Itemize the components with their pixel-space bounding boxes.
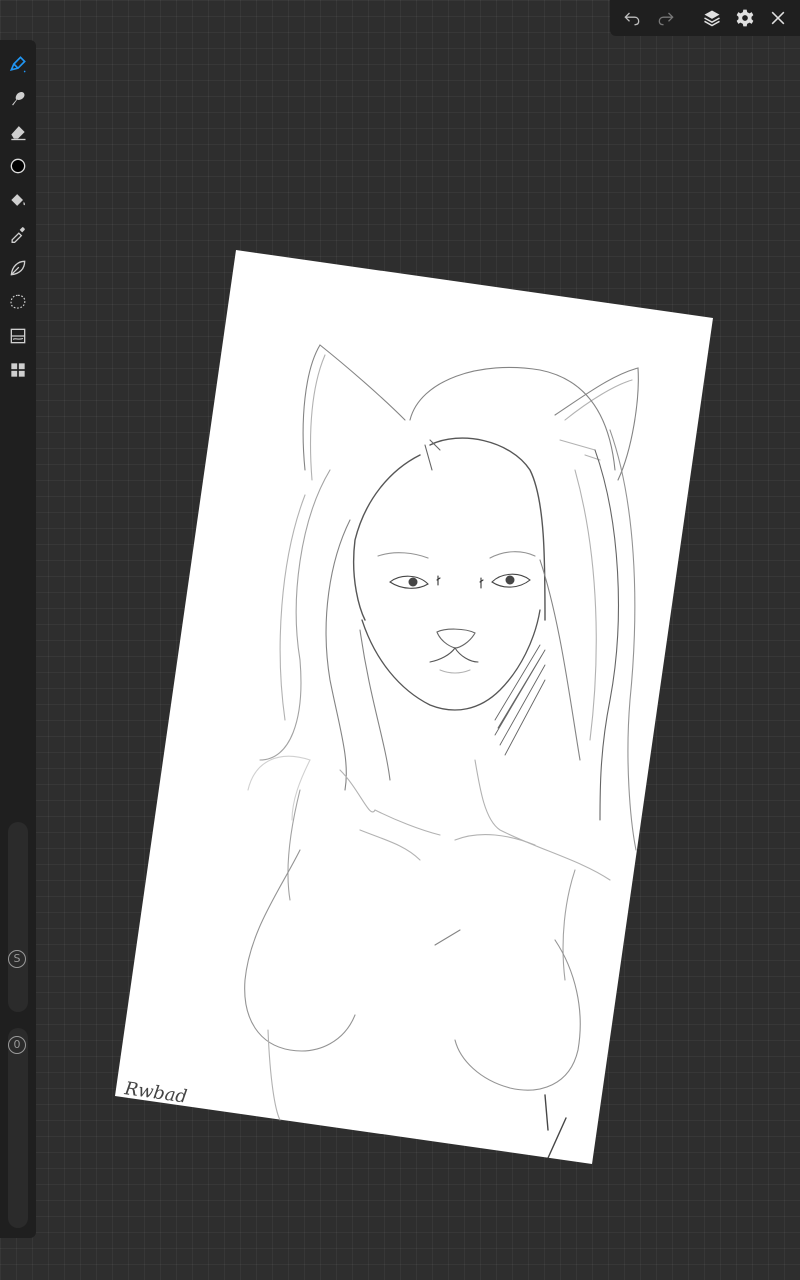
- eraser-icon: [11, 126, 26, 141]
- eraser-tool-button[interactable]: [4, 118, 32, 146]
- close-icon: [771, 11, 785, 25]
- drawing-canvas[interactable]: Rwbad: [0, 0, 800, 1280]
- layers-button[interactable]: [698, 4, 726, 32]
- paint-bucket-icon: [11, 194, 26, 206]
- left-tool-rail: S 0: [0, 40, 36, 1238]
- paper-sheet[interactable]: [115, 250, 713, 1164]
- eyedropper-icon: [11, 227, 25, 243]
- redo-button[interactable]: [652, 4, 680, 32]
- gallery-grid-icon: [11, 363, 25, 377]
- adjustments-icon: [10, 328, 26, 344]
- selection-icon: [10, 294, 26, 309]
- smudge-tool-button[interactable]: [4, 84, 32, 112]
- size-slider-label: S: [8, 950, 26, 968]
- redo-icon: [658, 12, 674, 26]
- settings-icon: [736, 9, 754, 27]
- shape-tool-button[interactable]: [4, 254, 32, 282]
- selection-tool-button[interactable]: [4, 288, 32, 316]
- brush-size-slider[interactable]: [8, 822, 28, 1012]
- adjustments-tool-button[interactable]: [4, 322, 32, 350]
- color-picker-button[interactable]: [4, 152, 32, 180]
- color-circle-icon: [10, 158, 26, 174]
- close-button[interactable]: [764, 4, 792, 32]
- gallery-button[interactable]: [4, 356, 32, 384]
- layers-icon: [704, 10, 720, 27]
- undo-icon: [624, 12, 640, 26]
- fill-tool-button[interactable]: [4, 186, 32, 214]
- shape-lasso-icon: [10, 260, 26, 276]
- brush-tool-button[interactable]: [4, 50, 32, 78]
- brush-opacity-slider[interactable]: [8, 1028, 28, 1228]
- top-toolbar: [610, 0, 800, 36]
- undo-button[interactable]: [618, 4, 646, 32]
- eyedropper-tool-button[interactable]: [4, 220, 32, 248]
- opacity-slider-label: 0: [8, 1036, 26, 1054]
- smudge-icon: [12, 92, 25, 106]
- brush-pen-icon: [9, 56, 26, 73]
- settings-button[interactable]: [731, 4, 759, 32]
